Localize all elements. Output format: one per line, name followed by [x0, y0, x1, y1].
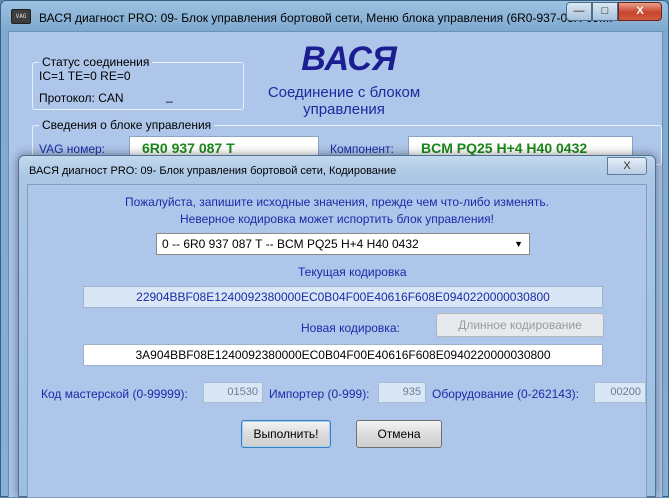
main-title-bar: VAG ВАСЯ диагност PRO: 09- Блок управлен…: [1, 1, 668, 31]
window-controls: — □ X: [566, 2, 662, 21]
cancel-button[interactable]: Отмена: [356, 420, 442, 448]
new-coding-input[interactable]: 3A904BBF08E1240092380000EC0B04F00E40616F…: [83, 344, 603, 366]
dialog-content: Пожалуйста, запишите исходные значения, …: [27, 184, 647, 498]
chevron-down-icon[interactable]: ▼: [514, 234, 523, 254]
connection-status-group: Статус соединения IC=1 TE=0 RE=0 Протоко…: [32, 55, 244, 110]
workshop-code-label: Код мастерской (0-99999):: [41, 387, 188, 401]
current-coding-field: 22904BBF08E1240092380000EC0B04F00E40616F…: [83, 286, 603, 308]
connection-counters: IC=1 TE=0 RE=0: [39, 69, 131, 83]
long-coding-button[interactable]: Длинное кодирование: [436, 313, 604, 337]
importer-label: Импортер (0-999):: [269, 387, 370, 401]
module-select[interactable]: 0 -- 6R0 937 087 T -- BCM PQ25 H+4 H40 0…: [156, 233, 530, 255]
minimize-button[interactable]: —: [566, 2, 592, 21]
vasya-logo: ВАСЯ: [301, 40, 397, 78]
protocol-value: _: [166, 89, 173, 103]
coding-dialog: ВАСЯ диагност PRO: 09- Блок управления б…: [18, 155, 656, 498]
module-select-value: 0 -- 6R0 937 087 T -- BCM PQ25 H+4 H40 0…: [162, 237, 419, 251]
importer-field[interactable]: 935: [378, 382, 426, 403]
close-button[interactable]: X: [618, 2, 662, 21]
current-coding-label: Текущая кодировка: [298, 265, 407, 279]
warning-line-2: Неверное кодировка может испортить блок …: [180, 212, 494, 226]
maximize-button[interactable]: □: [592, 2, 618, 21]
vag-number-label: VAG номер:: [39, 142, 106, 156]
new-coding-label: Новая кодировка:: [301, 321, 400, 335]
app-icon: VAG: [11, 9, 31, 24]
connection-status-text: Соединение с блоком управления: [267, 84, 421, 118]
execute-button[interactable]: Выполнить!: [241, 420, 331, 448]
dialog-title: ВАСЯ диагност PRO: 09- Блок управления б…: [29, 165, 397, 177]
connection-status-label: Статус соединения: [39, 55, 153, 69]
control-unit-info-label: Сведения о блоке управления: [39, 118, 215, 132]
equipment-field[interactable]: 00200: [594, 382, 646, 403]
component-label: Компонент:: [330, 142, 394, 156]
protocol-label: Протокол: CAN: [39, 91, 124, 105]
dialog-close-button[interactable]: X: [607, 157, 647, 175]
workshop-code-field[interactable]: 01530: [203, 382, 263, 403]
warning-line-1: Пожалуйста, запишите исходные значения, …: [124, 195, 549, 209]
equipment-label: Оборудование (0-262143):: [432, 387, 579, 401]
main-window-title: ВАСЯ диагност PRO: 09- Блок управления б…: [39, 11, 613, 25]
